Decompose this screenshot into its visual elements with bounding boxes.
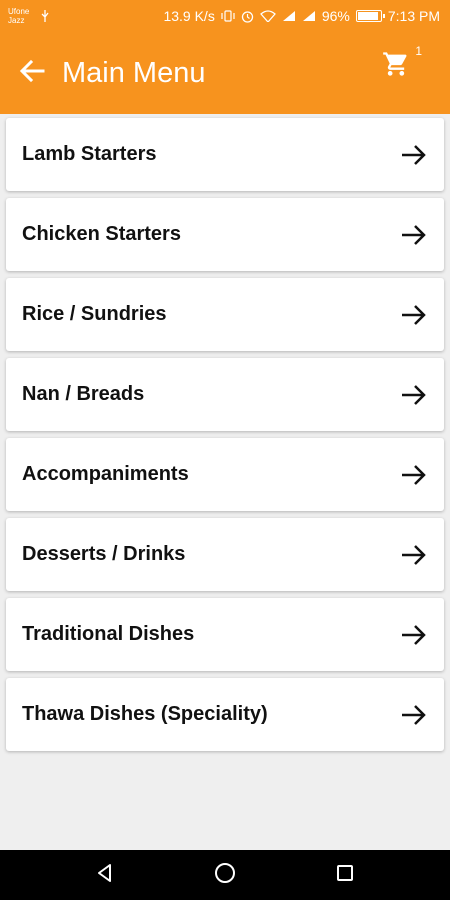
arrow-right-icon (400, 143, 428, 167)
carrier-line-2: Jazz (8, 16, 25, 25)
menu-item-label: Traditional Dishes (22, 623, 195, 645)
menu-item-nan-breads[interactable]: Nan / Breads (6, 358, 444, 431)
system-nav-bar (0, 850, 450, 900)
carrier-label: Ufone Jazz (8, 7, 34, 25)
menu-item-label: Lamb Starters (22, 143, 157, 165)
cart-count-badge: 1 (415, 44, 422, 58)
clock: 7:13 PM (387, 8, 440, 24)
alarm-icon (241, 10, 254, 23)
arrow-right-icon (400, 543, 428, 567)
carrier-line-1: Ufone (8, 7, 30, 16)
square-recents-icon (335, 863, 355, 888)
triangle-back-icon (95, 863, 115, 888)
menu-item-accompaniments[interactable]: Accompaniments (6, 438, 444, 511)
menu-item-desserts-drinks[interactable]: Desserts / Drinks (6, 518, 444, 591)
menu-item-label: Nan / Breads (22, 383, 145, 405)
circle-home-icon (214, 862, 236, 889)
menu-item-chicken-starters[interactable]: Chicken Starters (6, 198, 444, 271)
page-title: Main Menu (62, 56, 206, 89)
menu-list: Lamb Starters Chicken Starters Rice / Su… (6, 118, 444, 758)
signal-icon (282, 10, 296, 22)
arrow-right-icon (400, 223, 428, 247)
status-left: Ufone Jazz (8, 7, 50, 25)
arrow-right-icon (400, 623, 428, 647)
menu-item-rice-sundries[interactable]: Rice / Sundries (6, 278, 444, 351)
back-button[interactable] (16, 57, 48, 89)
nav-back-button[interactable] (85, 855, 125, 895)
cart-button[interactable] (382, 50, 410, 83)
status-right: 13.9 K/s 96% 7:13 PM (163, 8, 440, 24)
menu-item-thawa-dishes[interactable]: Thawa Dishes (Speciality) (6, 678, 444, 751)
menu-item-lamb-starters[interactable]: Lamb Starters (6, 118, 444, 191)
arrow-right-icon (400, 703, 428, 727)
nav-recents-button[interactable] (325, 855, 365, 895)
menu-item-label: Rice / Sundries (22, 303, 167, 325)
cart-icon (382, 52, 410, 82)
menu-item-label: Thawa Dishes (Speciality) (22, 703, 268, 725)
battery-icon (355, 10, 385, 22)
arrow-right-icon (400, 383, 428, 407)
vibrate-icon (221, 10, 235, 22)
status-bar: Ufone Jazz 13.9 K/s 96% 7:13 PM (0, 0, 450, 32)
battery-fill (357, 12, 379, 20)
network-speed: 13.9 K/s (163, 8, 215, 24)
signal-icon-2 (302, 10, 316, 22)
arrow-left-icon (19, 59, 45, 88)
menu-item-label: Accompaniments (22, 463, 189, 485)
nav-home-button[interactable] (205, 855, 245, 895)
arrow-right-icon (400, 303, 428, 327)
wifi-icon (259, 10, 276, 22)
menu-item-label: Chicken Starters (22, 223, 181, 245)
arrow-right-icon (400, 463, 428, 487)
app-bar: Main Menu 1 (0, 32, 450, 114)
menu-item-traditional-dishes[interactable]: Traditional Dishes (6, 598, 444, 671)
menu-item-label: Desserts / Drinks (22, 543, 186, 565)
usb-icon (40, 10, 50, 22)
battery-percent: 96% (321, 8, 350, 24)
